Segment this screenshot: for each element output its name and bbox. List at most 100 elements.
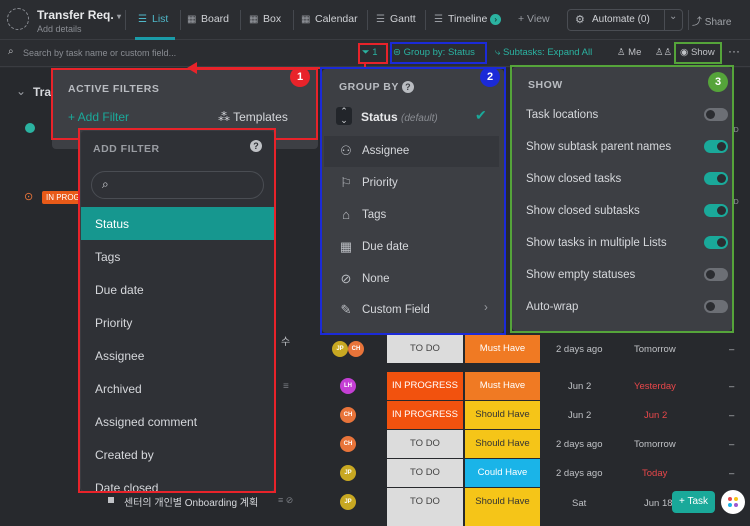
start-date[interactable]: Jun 2 <box>568 410 591 421</box>
tab-gantt[interactable]: ☰ Gantt <box>376 13 416 25</box>
status-dot-icon <box>25 123 35 133</box>
priority-cell[interactable]: Should Have <box>465 488 540 526</box>
assignees-icon[interactable]: ♙♙ <box>655 47 672 58</box>
chevron-down-icon[interactable]: ⌄ <box>669 11 677 22</box>
divider <box>425 10 426 30</box>
collapse-icon[interactable]: ⊙ <box>24 190 33 203</box>
annotation-arrow-head <box>187 62 197 74</box>
annotation-marker-2: 2 <box>480 67 500 87</box>
subtasks-icon: ⤷ <box>495 47 501 58</box>
tab-gantt-label: Gantt <box>390 13 416 25</box>
timeline-badge-icon: › <box>490 14 502 25</box>
status-cell[interactable]: IN PROGRESS <box>387 372 463 400</box>
status-cell[interactable]: TO DO <box>387 459 463 487</box>
empty-cell: – <box>729 410 735 421</box>
collapse-icon[interactable]: ⌄ <box>16 84 26 98</box>
due-date[interactable]: Jun 2 <box>644 410 667 421</box>
tab-box[interactable]: ▦ Box <box>249 13 281 25</box>
avatar: JP <box>340 494 356 510</box>
divider <box>293 10 294 30</box>
tab-calendar-label: Calendar <box>315 13 358 25</box>
tab-list-label: List <box>152 13 169 25</box>
due-date[interactable]: Tomorrow <box>634 344 676 355</box>
tab-board-label: Board <box>201 13 230 25</box>
gantt-icon: ☰ <box>376 14 385 25</box>
due-date[interactable]: Tomorrow <box>634 439 676 450</box>
annotation-marker-1: 1 <box>290 67 310 87</box>
add-task-button[interactable]: + Task <box>672 491 715 513</box>
due-date[interactable]: Jun 18 <box>644 498 673 509</box>
divider <box>180 10 181 30</box>
divider <box>125 10 126 30</box>
annotation-box-group-by <box>390 42 487 64</box>
apps-icon <box>728 497 732 501</box>
divider <box>688 10 689 30</box>
priority-cell[interactable]: Must Have <box>465 372 540 400</box>
annotation-box-filter <box>358 43 388 64</box>
top-bar: Transfer Req. ▾ Add details ☰ List ▦ Board… <box>0 0 750 40</box>
priority-cell[interactable]: Could Have <box>465 459 540 487</box>
start-date[interactable]: Jun 2 <box>568 381 591 392</box>
avatar: JP <box>332 341 348 357</box>
list-header: Tra <box>33 85 52 99</box>
add-view-button[interactable]: + View <box>518 13 550 25</box>
share-button[interactable]: ⤴ Share <box>692 13 731 28</box>
link-icon: ≡ ⊘ <box>278 495 294 505</box>
avatar: LH <box>340 378 356 394</box>
project-title[interactable]: Transfer Req. ▾ <box>37 8 121 22</box>
priority-cell[interactable]: Must Have <box>465 335 540 363</box>
title-caret-icon: ▾ <box>117 12 122 21</box>
space-icon[interactable] <box>7 8 29 30</box>
annotation-box-show <box>674 42 722 64</box>
share-icon: ⤴ <box>692 17 702 28</box>
tab-timeline[interactable]: ☰ Timeline › <box>434 13 502 25</box>
empty-cell: – <box>729 381 735 392</box>
search-icon: ⌕ <box>8 46 14 57</box>
more-icon[interactable]: ··· <box>728 44 740 58</box>
annotation-marker-3: 3 <box>708 72 728 92</box>
start-date[interactable]: 2 days ago <box>556 468 602 479</box>
priority-cell[interactable]: Should Have <box>465 401 540 429</box>
status-cell[interactable]: TO DO <box>387 430 463 458</box>
task-name-fragment: 수 <box>281 337 291 348</box>
lines-icon: ≡ <box>283 381 289 392</box>
apps-button[interactable] <box>721 490 745 514</box>
empty-cell: – <box>729 468 735 479</box>
automate-button[interactable]: ⚙ Automate (0) ⌄ <box>567 9 683 31</box>
tab-board[interactable]: ▦ Board <box>187 13 229 25</box>
automate-icon: ⚙ <box>575 14 585 26</box>
empty-cell: – <box>729 439 735 450</box>
task-status-icon[interactable] <box>108 497 114 503</box>
me-button[interactable]: ♙ Me <box>617 47 641 58</box>
status-cell[interactable]: TO DO <box>387 488 463 526</box>
status-cell[interactable]: TO DO <box>387 335 463 363</box>
subtasks-label: Subtasks: Expand All <box>502 47 593 58</box>
divider <box>664 10 665 30</box>
status-cell[interactable]: IN PROGRESS <box>387 401 463 429</box>
box-icon: ▦ <box>249 14 259 25</box>
annotation-box-2 <box>320 67 506 335</box>
start-date[interactable]: 2 days ago <box>556 344 602 355</box>
avatar: CH <box>340 407 356 423</box>
share-label: Share <box>704 17 732 28</box>
divider <box>367 10 368 30</box>
tab-timeline-label: Timeline <box>448 13 488 25</box>
start-date[interactable]: 2 days ago <box>556 439 602 450</box>
apps-icon-dot <box>734 497 738 501</box>
tab-calendar[interactable]: ▦ Calendar <box>301 13 358 25</box>
avatar: CH <box>348 341 364 357</box>
task-name[interactable]: 센터의 개인별 Onboarding 계획 <box>124 494 258 509</box>
add-details-link[interactable]: Add details <box>37 24 82 34</box>
tab-list[interactable]: ☰ List <box>138 13 168 25</box>
apps-icon-dot <box>734 503 738 507</box>
due-date[interactable]: Today <box>642 468 667 479</box>
avatar: CH <box>340 436 356 452</box>
priority-cell[interactable]: Should Have <box>465 430 540 458</box>
avatar: JP <box>340 465 356 481</box>
subtasks-button[interactable]: ⤷ Subtasks: Expand All <box>495 47 592 58</box>
search-input[interactable]: Search by task name or custom field... <box>23 48 176 58</box>
due-date[interactable]: Yesterday <box>634 381 676 392</box>
active-tab-indicator <box>135 37 175 40</box>
project-title-text: Transfer Req. <box>37 8 114 22</box>
start-date[interactable]: Sat <box>572 498 586 509</box>
